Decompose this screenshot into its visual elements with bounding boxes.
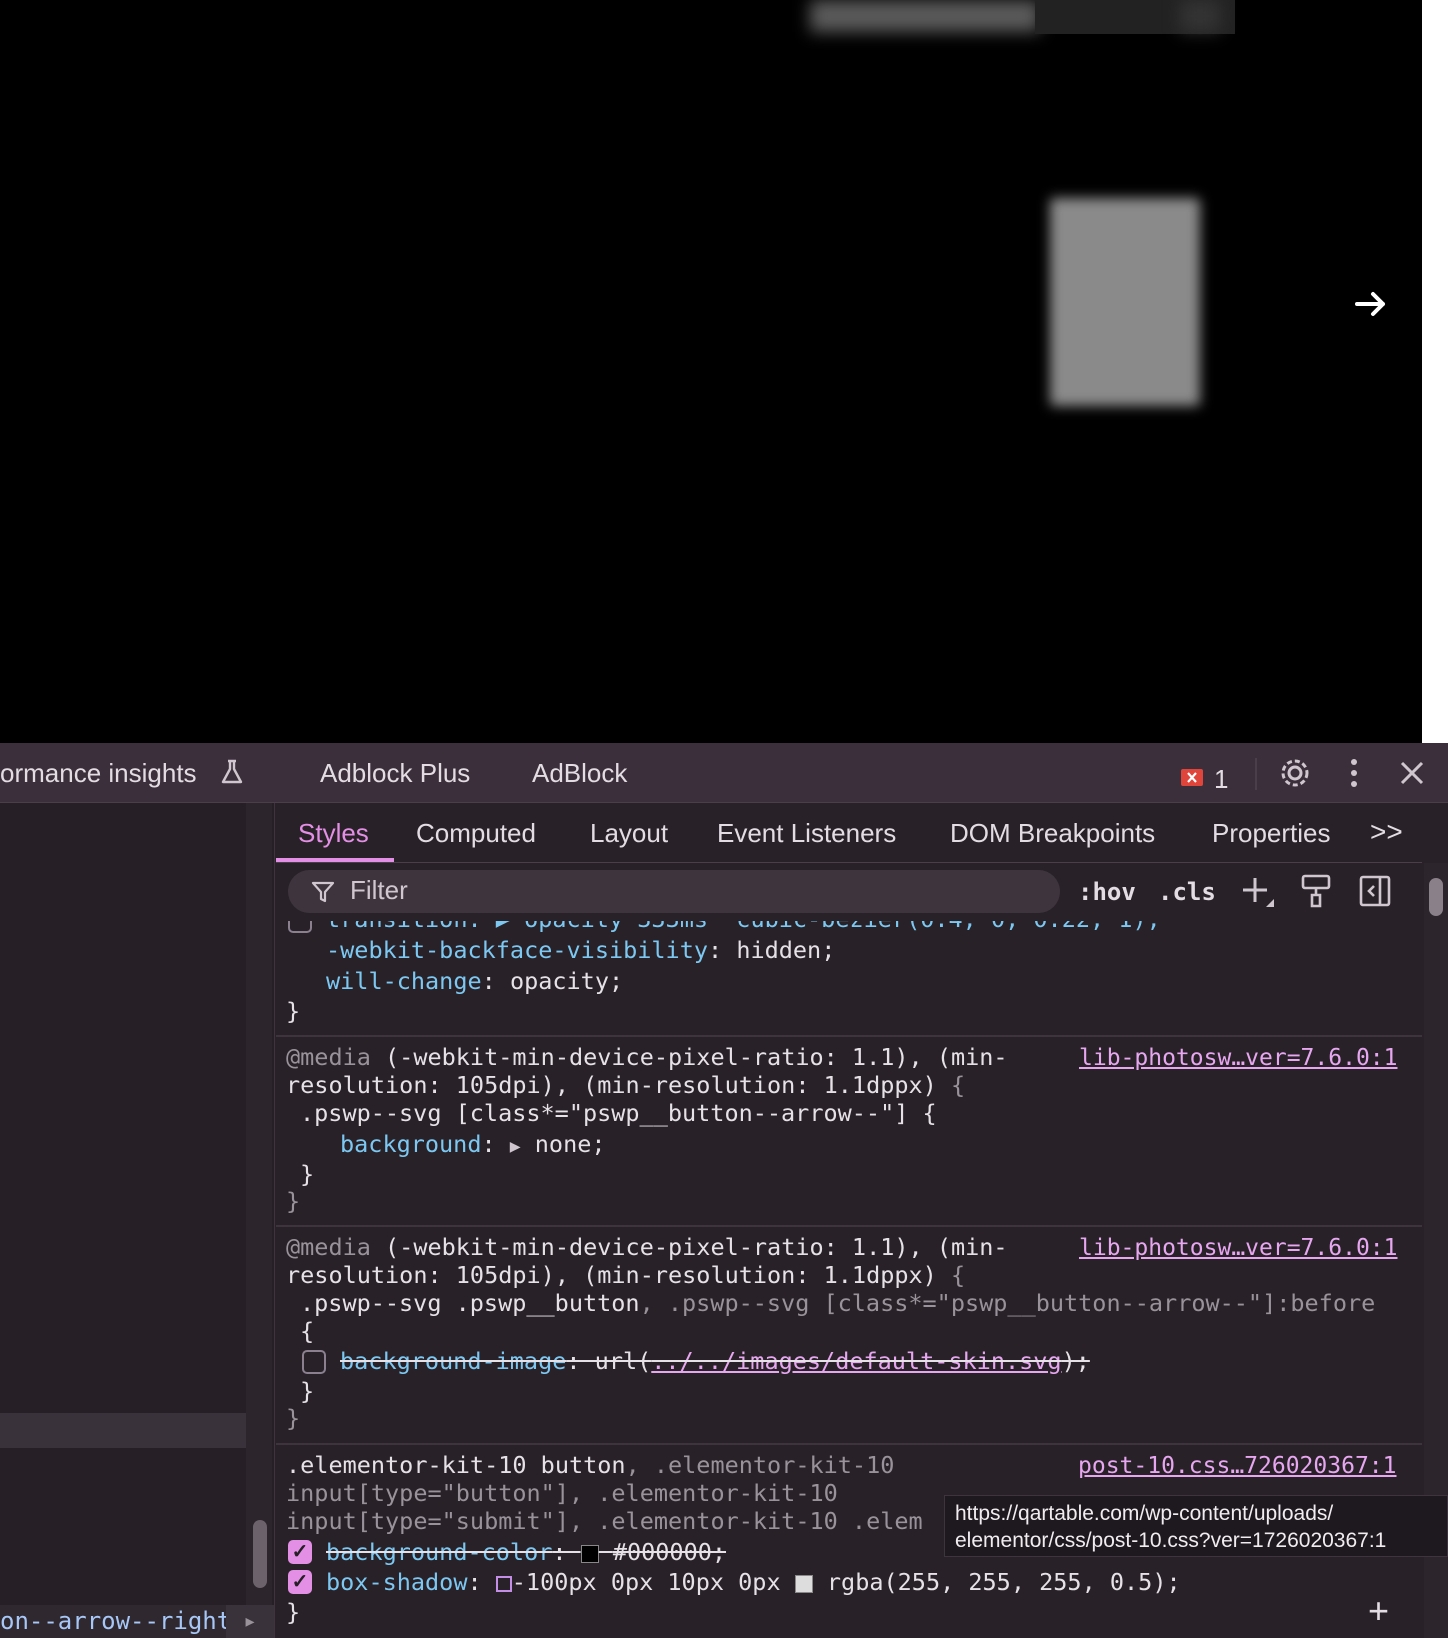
tooltip-line: https://qartable.com/wp-content/uploads/	[955, 1502, 1334, 1525]
media-query: @media (-webkit-min-device-pixel-ratio: …	[286, 1043, 1008, 1071]
declaration-disabled: background-image: url(../../images/defau…	[340, 1347, 1090, 1375]
stylesheet-link[interactable]: post-10.css…726020367:1	[1078, 1453, 1397, 1479]
media-query-cont: resolution: 105dpi), (min-resolution: 1.…	[286, 1261, 966, 1289]
error-badge-icon	[1180, 768, 1204, 795]
media-close: }	[286, 1187, 301, 1215]
toolbar-divider	[1255, 758, 1257, 790]
selector[interactable]: .elementor-kit-10 button, .elementor-kit…	[286, 1451, 894, 1479]
tooltip-line: elementor/css/post-10.css?ver=1726020367…	[955, 1529, 1387, 1552]
tab-performance-insights[interactable]: ormance insights	[0, 758, 197, 789]
stylesheet-link[interactable]: lib-photosw…ver=7.6.0:1	[1079, 1045, 1398, 1071]
gear-icon[interactable]	[1277, 755, 1313, 796]
kebab-icon[interactable]	[1344, 756, 1364, 795]
elements-tree-pane	[0, 803, 275, 1638]
tab-computed[interactable]: Computed	[416, 818, 536, 849]
tab-styles[interactable]: Styles	[298, 818, 369, 849]
tab-properties[interactable]: Properties	[1212, 818, 1331, 849]
rule-divider	[276, 1443, 1422, 1445]
add-declaration-icon[interactable]: +	[1368, 1590, 1389, 1632]
rule-divider	[276, 1035, 1422, 1037]
shadow-editor-icon[interactable]	[495, 1575, 512, 1592]
declaration: background: ▶ none;	[340, 1130, 606, 1158]
tab-layout[interactable]: Layout	[590, 818, 668, 849]
new-style-rule-icon[interactable]	[1240, 875, 1276, 914]
toggle-sidebar-icon[interactable]	[1358, 874, 1392, 913]
hov-toggle[interactable]: :hov	[1078, 878, 1136, 906]
tab-event-listeners[interactable]: Event Listeners	[717, 818, 896, 849]
tab-adblock-plus[interactable]: Adblock Plus	[320, 758, 470, 789]
selected-node-row[interactable]	[0, 1413, 246, 1448]
toolbar-shadow	[1180, 0, 1220, 32]
error-badge[interactable]: 1	[1180, 762, 1250, 794]
declaration: box-shadow: -100px 0px 10px 0px rgba(255…	[326, 1568, 1181, 1596]
rule-close: }	[286, 997, 301, 1025]
elements-scrollbar[interactable]	[246, 803, 272, 1638]
page-scrollbar[interactable]	[1422, 0, 1448, 743]
selector[interactable]: .pswp--svg .pswp__button, .pswp--svg [cl…	[300, 1289, 1375, 1317]
filter-placeholder: Filter	[350, 875, 408, 905]
styles-scrollbar-thumb[interactable]	[1429, 878, 1443, 916]
rule-close: }	[300, 1160, 315, 1188]
rule-close: }	[300, 1377, 315, 1405]
blurred-image-preview	[1050, 198, 1200, 406]
declaration: -webkit-backface-visibility: hidden;	[326, 936, 836, 964]
link-tooltip: https://qartable.com/wp-content/uploads/…	[944, 1495, 1448, 1557]
tab-dom-breakpoints[interactable]: DOM Breakpoints	[950, 818, 1155, 849]
checkbox[interactable]	[288, 921, 312, 933]
tab-adblock[interactable]: AdBlock	[532, 758, 627, 789]
error-count: 1	[1214, 764, 1229, 794]
declaration-overridden: background-color: #000000;	[326, 1538, 727, 1566]
declaration: will-change: opacity;	[326, 967, 624, 995]
color-swatch[interactable]	[794, 1574, 813, 1593]
media-query: @media (-webkit-min-device-pixel-ratio: …	[286, 1233, 1008, 1261]
selector[interactable]: .pswp--svg [class*="pswp__button--arrow-…	[300, 1099, 937, 1127]
close-icon[interactable]	[1398, 759, 1426, 792]
more-tabs-chevron-icon[interactable]: >>	[1370, 816, 1403, 848]
rule-divider	[276, 1225, 1422, 1227]
flask-icon	[218, 758, 246, 791]
page-viewport	[0, 0, 1422, 743]
stylesheet-link[interactable]: lib-photosw…ver=7.6.0:1	[1079, 1235, 1398, 1261]
media-query-cont: resolution: 105dpi), (min-resolution: 1.…	[286, 1071, 966, 1099]
declaration-checkbox[interactable]	[302, 1350, 326, 1374]
active-tab-indicator	[276, 858, 394, 862]
rule-open: {	[300, 1317, 315, 1345]
declaration-checkbox[interactable]: ✓	[288, 1570, 312, 1594]
rule-close: }	[286, 1598, 301, 1626]
color-swatch[interactable]	[580, 1544, 599, 1563]
arrow-right-icon[interactable]	[1353, 286, 1389, 322]
breadcrumb-item[interactable]: on--arrow--right	[0, 1607, 231, 1635]
paint-roller-icon[interactable]	[1300, 873, 1332, 914]
cls-toggle[interactable]: .cls	[1158, 878, 1216, 906]
elements-scrollbar-thumb[interactable]	[253, 1520, 267, 1588]
transition-declaration: transition: ▶ opacity 333ms cubic-bezier…	[326, 921, 1161, 933]
funnel-icon	[310, 879, 336, 910]
breadcrumb-scroll-right[interactable]: ▸	[226, 1605, 274, 1638]
blurred-thumbnail	[810, 0, 1040, 32]
selector-cont: input[type="submit"], .elementor-kit-10 …	[286, 1507, 923, 1535]
breadcrumb: on--arrow--right ▸	[0, 1605, 274, 1638]
rule-partial: transition: ▶ opacity 333ms cubic-bezier…	[276, 921, 1422, 935]
declaration-checkbox[interactable]: ✓	[288, 1540, 312, 1564]
selector-cont: input[type="button"], .elementor-kit-10	[286, 1479, 838, 1507]
media-close: }	[286, 1404, 301, 1432]
